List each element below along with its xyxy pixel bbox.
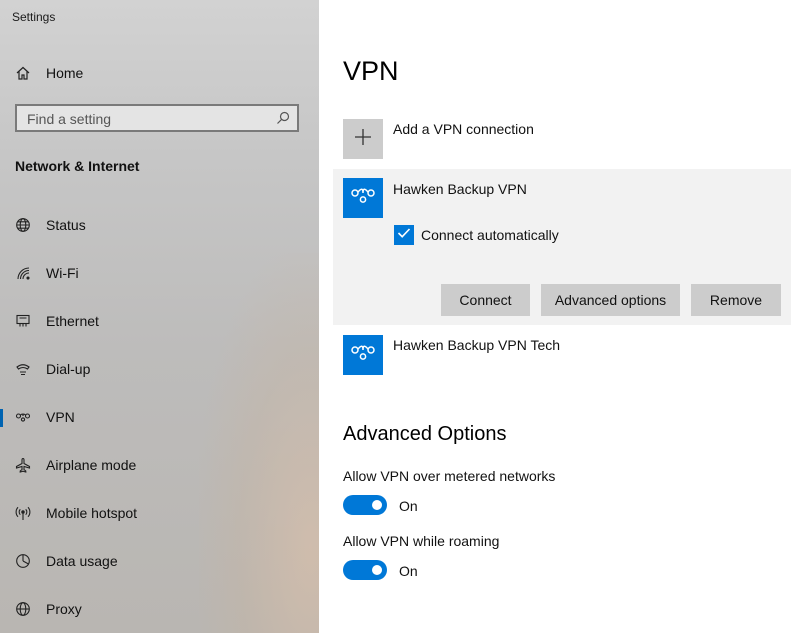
ethernet-icon [14, 312, 32, 330]
proxy-icon [14, 600, 32, 618]
search-box[interactable] [15, 104, 299, 132]
search-input[interactable] [25, 109, 269, 129]
connect-automatically-checkbox[interactable] [394, 225, 414, 245]
main-content: VPN Add a VPN connection Hawken Backup V… [319, 0, 796, 633]
metered-networks-label: Allow VPN over metered networks [343, 468, 556, 484]
sidebar-item-wifi[interactable]: Wi-Fi [0, 253, 319, 293]
sidebar-item-label: Ethernet [46, 313, 99, 329]
sidebar-item-airplane-mode[interactable]: Airplane mode [0, 445, 319, 485]
airplane-icon [14, 456, 32, 474]
advanced-options-button[interactable]: Advanced options [541, 284, 680, 316]
sidebar-item-proxy[interactable]: Proxy [0, 589, 319, 629]
home-label: Home [46, 65, 84, 81]
sidebar-item-data-usage[interactable]: Data usage [0, 541, 319, 581]
app-title: Settings [12, 10, 56, 24]
sidebar-item-dial-up[interactable]: Dial-up [0, 349, 319, 389]
sidebar-item-label: Wi-Fi [46, 265, 79, 281]
metered-networks-toggle[interactable] [343, 495, 387, 515]
add-tile[interactable] [343, 119, 383, 159]
sidebar-item-label: Dial-up [46, 361, 91, 377]
roaming-label: Allow VPN while roaming [343, 533, 500, 549]
sidebar-item-vpn[interactable]: VPN [0, 397, 319, 437]
vpn-icon [14, 408, 32, 426]
plus-icon [354, 128, 372, 151]
advanced-options-heading: Advanced Options [343, 423, 507, 445]
page-title: VPN [343, 56, 399, 86]
remove-button[interactable]: Remove [691, 284, 781, 316]
toggle-knob [372, 565, 382, 575]
home-link[interactable]: Home [0, 53, 319, 93]
vpn-icon [350, 342, 376, 369]
dial-up-icon [14, 360, 32, 378]
sidebar-item-label: Proxy [46, 601, 82, 617]
vpn-connection-name[interactable]: Hawken Backup VPN Tech [393, 337, 560, 353]
globe-icon [14, 216, 32, 234]
sidebar: Settings Home Network & Internet [0, 0, 319, 633]
sidebar-item-ethernet[interactable]: Ethernet [0, 301, 319, 341]
sidebar-item-label: VPN [46, 409, 75, 425]
section-heading: Network & Internet [15, 158, 140, 174]
sidebar-item-label: Airplane mode [46, 457, 137, 473]
sidebar-item-label: Status [46, 217, 86, 233]
connect-automatically-label[interactable]: Connect automatically [421, 227, 559, 243]
sidebar-item-label: Data usage [46, 553, 118, 569]
checkmark-icon [397, 226, 411, 245]
vpn-connection-name[interactable]: Hawken Backup VPN [393, 181, 527, 197]
sidebar-item-label: Mobile hotspot [46, 505, 138, 521]
roaming-state: On [399, 563, 418, 579]
sidebar-item-status[interactable]: Status [0, 205, 319, 245]
roaming-toggle[interactable] [343, 560, 387, 580]
home-icon [14, 64, 32, 82]
vpn-connection-tile[interactable] [343, 178, 383, 218]
connect-button[interactable]: Connect [441, 284, 530, 316]
search-icon[interactable] [275, 110, 291, 126]
settings-window: Settings Home Network & Internet [0, 0, 796, 633]
metered-networks-state: On [399, 498, 418, 514]
vpn-connection-tile[interactable] [343, 335, 383, 375]
vpn-icon [350, 185, 376, 212]
hotspot-icon [14, 504, 32, 522]
data-usage-icon [14, 552, 32, 570]
toggle-knob [372, 500, 382, 510]
sidebar-item-mobile-hotspot[interactable]: Mobile hotspot [0, 493, 319, 533]
add-vpn-connection-label[interactable]: Add a VPN connection [393, 121, 534, 137]
wifi-icon [14, 264, 32, 282]
